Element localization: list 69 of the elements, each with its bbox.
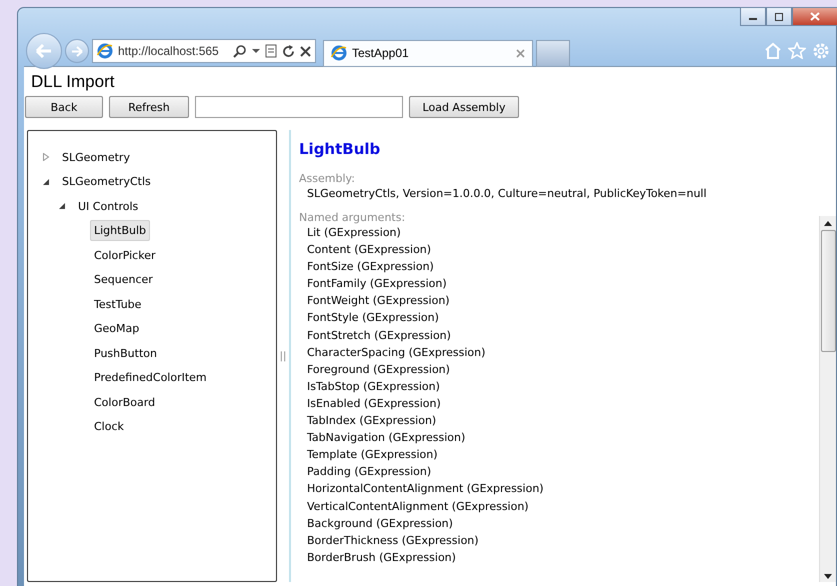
refresh-icon[interactable] [282,44,295,58]
address-text: http://localhost:565 [118,44,220,58]
close-icon [810,12,820,21]
minimize-button[interactable] [740,7,766,26]
toolbar-button[interactable]: Back [25,96,103,118]
close-button[interactable] [792,7,837,26]
tree-item[interactable]: SLGeometry [58,146,134,168]
scrollbar-thumb[interactable] [820,230,836,352]
page-title: DLL Import [31,72,116,93]
stop-icon[interactable] [300,46,311,56]
splitter-handle[interactable]: || [280,350,286,362]
tree-item[interactable]: TestTube [90,294,146,315]
browser-logo-icon [97,43,113,59]
back-arrow-icon [35,44,53,58]
argument-item: Template (GExpression) [307,447,439,464]
section-label: Named arguments: [299,211,406,224]
address-bar[interactable]: http://localhost:565 [92,39,316,63]
collapse-arrow-icon[interactable] [42,178,50,186]
tree-item[interactable]: Clock [90,416,128,438]
toolbar-button[interactable]: Refresh [109,96,189,118]
maximize-button[interactable] [766,7,792,26]
path-input-field[interactable] [195,96,403,118]
argument-item: TabNavigation (GExpression) [307,430,466,446]
compatibility-icon[interactable] [265,44,277,58]
type-title: LightBulb [299,140,382,160]
argument-item: Padding (GExpression) [307,464,432,480]
forward-arrow-icon [70,46,84,56]
tree-item[interactable]: ColorPicker [90,244,160,266]
assembly-name: SLGeometryCtls, Version=1.0.0.0, Culture=neutral, PublicKeyToken=null [307,187,708,200]
close-icon[interactable] [516,48,525,58]
argument-item: FontStyle (GExpression) [307,310,440,326]
star-icon[interactable] [788,42,806,59]
scroll-up-icon[interactable] [824,221,832,226]
search-icon[interactable] [233,44,247,58]
maximize-icon [774,12,784,20]
argument-item: BorderBrush (GExpression) [307,550,457,566]
tree-item[interactable]: PushButton [90,342,161,364]
tree-item[interactable]: ColorBoard [90,392,160,413]
argument-item: TabIndex (GExpression) [307,413,438,430]
argument-item: BorderThickness (GExpression) [307,532,480,549]
tree-item[interactable]: GeoMap [90,318,144,340]
tree-item[interactable]: SLGeometryCtls [58,171,155,192]
dropdown-icon[interactable] [252,48,260,54]
argument-item: FontFamily (GExpression) [307,276,448,292]
collapse-arrow-icon[interactable] [58,202,66,210]
argument-item: IsEnabled (GExpression) [307,396,442,412]
argument-item: HorizontalContentAlignment (GExpression) [307,481,545,498]
argument-item: Lit (GExpression) [307,225,402,241]
argument-item: FontStretch (GExpression) [307,328,452,344]
tree-item[interactable]: UI Controls [74,196,142,217]
section-label: Assembly: [299,172,355,185]
tree-item[interactable]: LightBulb [90,220,150,242]
tree-item[interactable]: Sequencer [90,269,157,290]
scrollbar[interactable] [819,216,836,582]
browser-tab[interactable]: TestApp01 [323,40,533,66]
tree-item[interactable]: PredefinedColorItem [90,367,211,388]
load-assembly-button[interactable]: Load Assembly [409,96,519,118]
argument-item: Foreground (GExpression) [307,362,451,378]
browser-logo-icon [331,45,347,61]
argument-item: CharacterSpacing (GExpression) [307,344,486,361]
expand-arrow-icon[interactable] [42,153,50,162]
argument-item: Content (GExpression) [307,242,432,258]
argument-item: FontSize (GExpression) [307,259,435,276]
tab-title: TestApp01 [352,46,410,60]
argument-item: Background (GExpression) [307,516,454,532]
argument-item: FontWeight (GExpression) [307,293,451,310]
scroll-down-icon[interactable] [824,574,832,579]
argument-item: VerticalContentAlignment (GExpression) [307,498,530,514]
argument-item: IsTabStop (GExpression) [307,378,441,395]
